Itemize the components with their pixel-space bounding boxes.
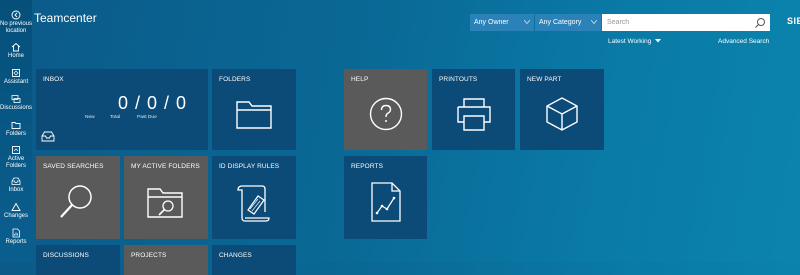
nav-changes-label: Changes [3,213,29,219]
nav-back-label: No previous location [0,21,33,34]
tile-id-display-rules[interactable]: ID DISPLAY RULES [212,156,296,239]
tile-id-display-rules-label: ID DISPLAY RULES [219,163,280,170]
revision-rule-label: Latest Working [608,38,652,45]
nav-reports-label: Reports [5,239,27,245]
nav-inbox[interactable]: Inbox [0,176,32,194]
report-chart-icon [371,182,401,222]
printer-icon [457,98,491,131]
back-arrow-icon [11,10,21,20]
nav-home[interactable]: Home [0,42,32,60]
folder-icon [11,122,21,129]
nav-home-label: Home [7,53,24,59]
chevron-down-icon [591,20,597,24]
question-circle-icon [369,97,403,131]
tile-inbox-label: INBOX [43,76,64,83]
home-icon [11,42,21,52]
tile-folders-label: FOLDERS [219,76,251,83]
tile-help-label: HELP [351,76,369,83]
tile-folders[interactable]: FOLDERS [212,69,296,150]
left-navigation: No previous location Home Assistant Disc… [0,0,32,262]
nav-inbox-label: Inbox [8,187,24,193]
tile-changes[interactable]: CHANGES [212,245,296,275]
inbox-new-label: New [85,115,95,120]
search-icon[interactable] [754,17,766,29]
magnifier-icon [60,185,92,218]
tile-help[interactable]: HELP [344,69,427,150]
inbox-icon [11,177,21,185]
tile-projects-label: PROJECTS [131,252,167,259]
nav-active-folders[interactable]: Active Folders [0,145,32,170]
category-dropdown-value: Any Category [539,19,582,26]
reports-icon [12,228,20,238]
tile-reports[interactable]: REPORTS [344,156,427,239]
scroll-tag-icon [237,185,270,222]
tile-new-part[interactable]: NEW PART [520,69,604,150]
tile-printouts-label: PRINTOUTS [439,76,478,83]
tile-my-active-folders[interactable]: MY ACTIVE FOLDERS [124,156,208,239]
nav-assistant[interactable]: Assistant [0,68,32,86]
advanced-search-link[interactable]: Advanced Search [718,38,769,45]
inbox-total-label: Total [110,115,121,120]
search-input[interactable] [602,14,770,31]
folder-icon [236,101,272,129]
tile-discussions-label: DISCUSSIONS [43,252,89,259]
nav-active-folders-label: Active Folders [5,156,26,169]
category-dropdown[interactable]: Any Category [535,14,601,31]
folder-search-icon [147,188,183,218]
nav-assistant-label: Assistant [3,79,29,85]
tile-saved-searches-label: SAVED SEARCHES [43,163,104,170]
nav-reports[interactable]: Reports [0,228,32,246]
chevron-down-icon [524,20,530,24]
nav-discussions-label: Discussions [0,105,33,111]
nav-discussions[interactable]: Discussions [0,94,32,112]
nav-folders[interactable]: Folders [0,120,32,138]
discussions-icon [11,95,21,103]
changes-icon [11,202,21,211]
tile-saved-searches[interactable]: SAVED SEARCHES [36,156,120,239]
revision-rule-dropdown[interactable]: Latest Working [608,38,662,45]
brand-logo: SIE [787,16,800,26]
tile-inbox[interactable]: INBOX 0 / 0 / 0 New Total Past Due [36,69,208,150]
owner-dropdown-value: Any Owner [474,19,509,26]
assistant-icon [12,69,20,77]
owner-dropdown[interactable]: Any Owner [470,14,534,31]
tile-printouts[interactable]: PRINTOUTS [432,69,515,150]
app-title: Teamcenter [34,11,97,25]
nav-changes[interactable]: Changes [0,202,32,220]
inbox-icon [41,131,55,142]
inbox-past-due-label: Past Due [137,115,157,120]
tile-discussions[interactable]: DISCUSSIONS [36,245,120,275]
tile-my-active-folders-label: MY ACTIVE FOLDERS [131,163,200,170]
tile-projects[interactable]: PROJECTS [124,245,208,275]
tile-changes-label: CHANGES [219,252,252,259]
caret-down-icon [655,39,662,43]
tile-new-part-label: NEW PART [527,76,562,83]
inbox-counts: 0 / 0 / 0 [118,93,188,113]
cube-icon [546,97,578,131]
active-folders-icon [12,146,20,154]
nav-folders-label: Folders [5,131,26,137]
nav-back[interactable]: No previous location [0,10,32,35]
tile-reports-label: REPORTS [351,163,384,170]
